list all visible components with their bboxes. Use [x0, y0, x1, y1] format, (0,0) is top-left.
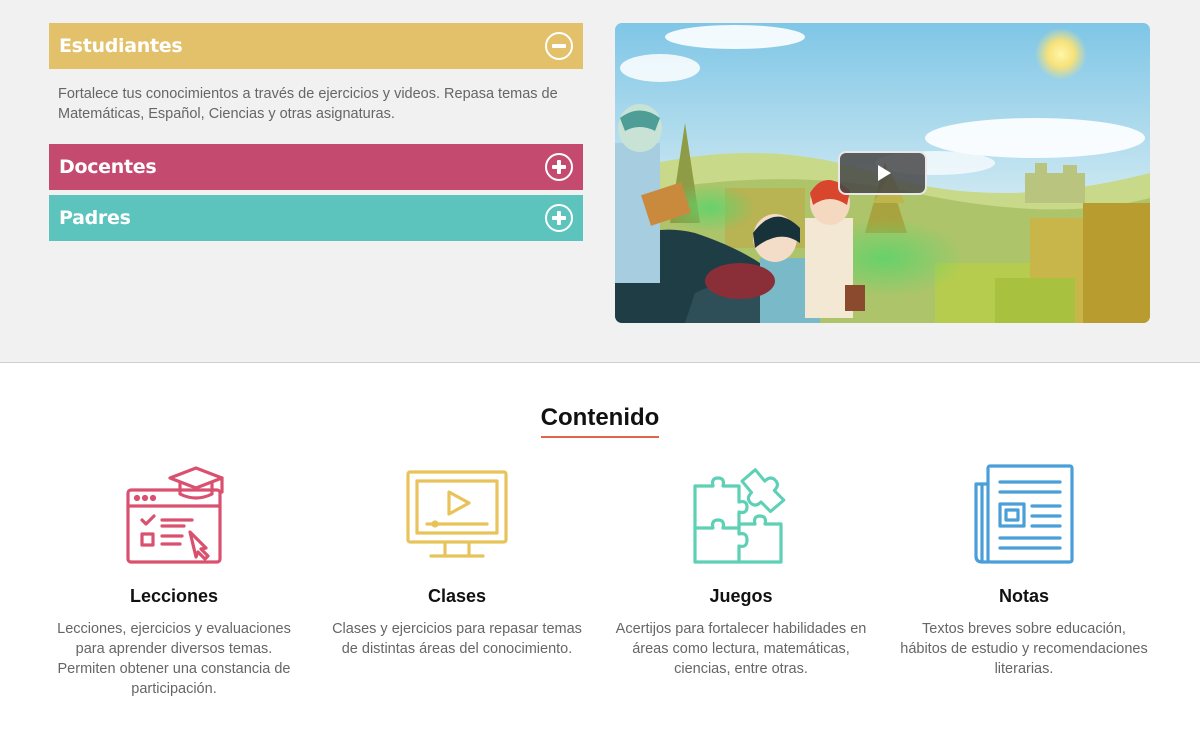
card-description: Textos breves sobre educación, hábitos d… — [900, 621, 1148, 677]
video-player[interactable] — [615, 23, 1150, 323]
card-title: Lecciones — [129, 586, 219, 606]
card-description: Clases y ejercicios para repasar temas d… — [332, 621, 582, 657]
accordion-parents-header[interactable]: Padres — [49, 195, 583, 241]
card-title: Juegos — [709, 586, 773, 606]
content-card-notas[interactable]: Notas Textos breves sobre educación, háb… — [894, 462, 1154, 679]
accordion-students-description: Fortalece tus conocimientos a través de … — [58, 86, 558, 122]
content-card-clases[interactable]: Clases Clases y ejercicios para repasar … — [327, 462, 587, 659]
card-description: Acertijos para fortalecer habilidades en… — [615, 621, 867, 677]
accordion-students-title: Estudiantes — [59, 35, 183, 57]
minus-circle-icon[interactable] — [545, 32, 573, 60]
accordion-teachers-header[interactable]: Docentes — [49, 144, 583, 190]
plus-circle-icon[interactable] — [545, 153, 573, 181]
content-card-lecciones[interactable]: Lecciones Lecciones, ejercicios y evalua… — [44, 462, 304, 699]
video-play-button[interactable] — [838, 151, 927, 195]
newspaper-icon — [974, 464, 1074, 564]
card-title: Notas — [998, 586, 1049, 606]
content-heading-text: Contenido — [540, 404, 660, 438]
card-description: Lecciones, ejercicios y evaluaciones par… — [57, 621, 291, 697]
accordion-students-header[interactable]: Estudiantes — [49, 23, 583, 69]
monitor-play-icon — [406, 470, 508, 558]
card-title: Clases — [427, 586, 487, 606]
hero-section: Estudiantes Fortalece tus conocimientos … — [0, 0, 1200, 363]
content-section-heading: Contenido — [0, 404, 1200, 438]
accordion-teachers-title: Docentes — [59, 156, 157, 178]
puzzle-icon — [693, 468, 786, 564]
graduation-cap-browser-icon — [126, 466, 224, 564]
accordion-parents-title: Padres — [59, 207, 131, 229]
play-icon — [877, 165, 891, 181]
content-card-juegos[interactable]: Juegos Acertijos para fortalecer habilid… — [611, 462, 871, 679]
plus-circle-icon[interactable] — [545, 204, 573, 232]
